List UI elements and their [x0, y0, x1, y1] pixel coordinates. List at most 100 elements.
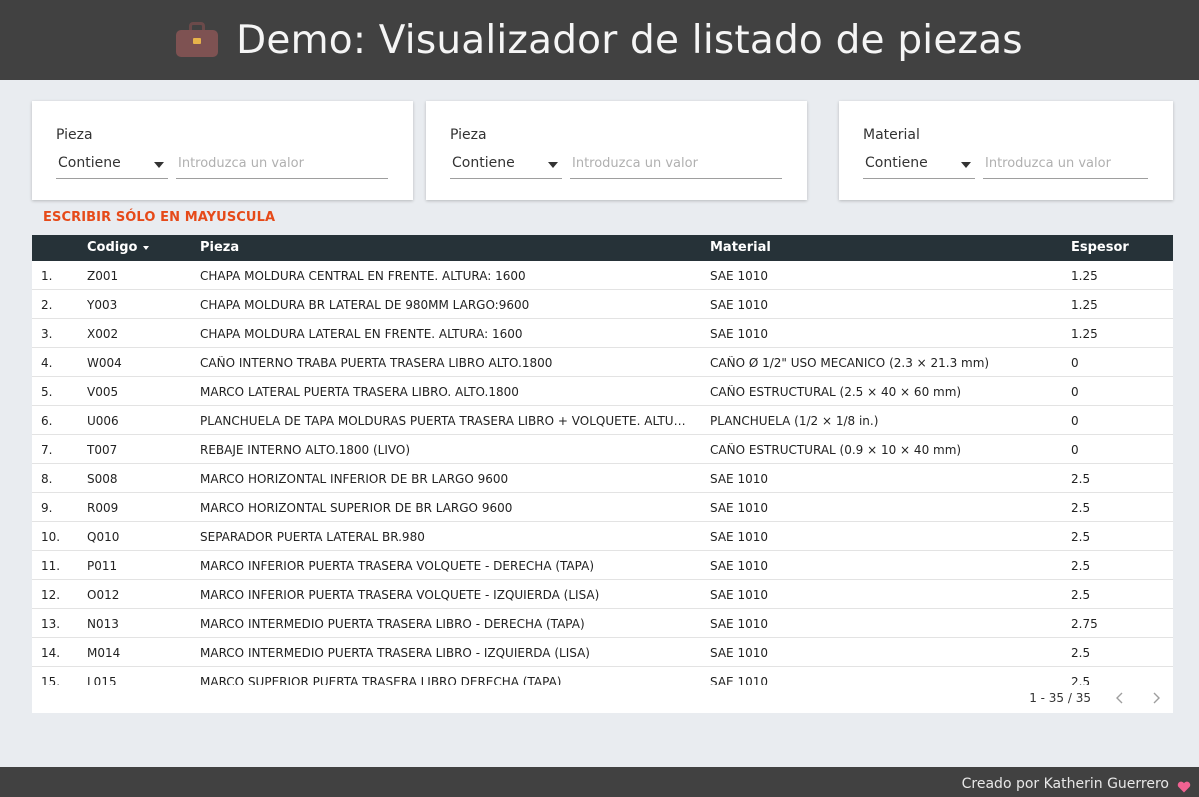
table-row[interactable]: 5. V005 MARCO LATERAL PUERTA TRASERA LIBRO…	[32, 377, 1173, 406]
column-header-codigo[interactable]: Codigo	[87, 240, 150, 255]
cell-espesor: 0	[1071, 414, 1079, 428]
cell-pieza: CAÑO INTERNO TRABA PUERTA TRASERA LIBRO …	[200, 356, 553, 370]
cell-codigo: X002	[87, 327, 119, 341]
cell-pieza: MARCO SUPERIOR PUERTA TRASERA LIBRO DERE…	[200, 675, 562, 685]
briefcase-icon	[176, 22, 219, 58]
page-title: Demo: Visualizador de listado de piezas	[236, 17, 1023, 63]
cell-codigo: T007	[87, 443, 118, 457]
cell-codigo: S008	[87, 472, 118, 486]
cell-codigo: V005	[87, 385, 119, 399]
table-row[interactable]: 14. M014 MARCO INTERMEDIO PUERTA TRASERA L…	[32, 638, 1173, 667]
row-index: 13.	[41, 617, 61, 631]
cell-material: SAE 1010	[710, 646, 768, 660]
cell-espesor: 2.5	[1071, 530, 1091, 544]
row-index: 6.	[41, 414, 53, 428]
footer-credit: Creado por Katherin Guerrero	[961, 776, 1169, 792]
cell-material: SAE 1010	[710, 501, 768, 515]
cell-codigo: P011	[87, 559, 118, 573]
cell-material: SAE 1010	[710, 559, 768, 573]
cell-espesor: 0	[1071, 385, 1079, 399]
column-header-material[interactable]: Material	[710, 240, 771, 255]
uppercase-warning: ESCRIBIR SÓLO EN MAYUSCULA	[43, 210, 276, 225]
operator-value: Contiene	[865, 155, 928, 171]
table-row[interactable]: 11. P011 MARCO INFERIOR PUERTA TRASERA VOL…	[32, 551, 1173, 580]
cell-codigo: U006	[87, 414, 119, 428]
row-index: 3.	[41, 327, 53, 341]
cell-espesor: 1.25	[1071, 327, 1098, 341]
cell-espesor: 2.5	[1071, 501, 1091, 515]
table-row[interactable]: 3. X002 CHAPA MOLDURA LATERAL EN FRENTE. A…	[32, 319, 1173, 348]
cell-espesor: 2.5	[1071, 472, 1091, 486]
cell-espesor: 0	[1071, 443, 1079, 457]
cell-pieza: CHAPA MOLDURA LATERAL EN FRENTE. ALTURA:…	[200, 327, 523, 341]
operator-select[interactable]: Contiene	[56, 153, 168, 179]
filter-input-placeholder: Introduzca un valor	[985, 156, 1111, 171]
filter-input-placeholder: Introduzca un valor	[178, 156, 304, 171]
cell-pieza: MARCO INFERIOR PUERTA TRASERA VOLQUETE -…	[200, 559, 594, 573]
row-index: 10.	[41, 530, 61, 544]
cell-espesor: 1.25	[1071, 269, 1098, 283]
filter-value-input[interactable]: Introduzca un valor	[570, 153, 782, 179]
cell-pieza: PLANCHUELA DE TAPA MOLDURAS PUERTA TRASE…	[200, 414, 692, 428]
cell-espesor: 2.75	[1071, 617, 1098, 631]
row-index: 9.	[41, 501, 53, 515]
row-index: 11.	[41, 559, 61, 573]
row-index: 2.	[41, 298, 53, 312]
dropdown-caret-icon	[548, 162, 558, 168]
cell-material: SAE 1010	[710, 327, 768, 341]
table-row[interactable]: 6. U006 PLANCHUELA DE TAPA MOLDURAS PUERTA…	[32, 406, 1173, 435]
column-header-espesor[interactable]: Espesor	[1071, 240, 1129, 255]
app-header: Demo: Visualizador de listado de piezas	[0, 0, 1199, 80]
table-row[interactable]: 7. T007 REBAJE INTERNO ALTO.1800 (LIVO) CAÑ…	[32, 435, 1173, 464]
table-row[interactable]: 4. W004 CAÑO INTERNO TRABA PUERTA TRASERA …	[32, 348, 1173, 377]
row-index: 14.	[41, 646, 61, 660]
filter-label: Pieza	[56, 127, 93, 143]
cell-pieza: MARCO INTERMEDIO PUERTA TRASERA LIBRO - …	[200, 646, 590, 660]
operator-value: Contiene	[58, 155, 121, 171]
cell-codigo: R009	[87, 501, 119, 515]
filter-value-input[interactable]: Introduzca un valor	[983, 153, 1148, 179]
cell-material: CAÑO ESTRUCTURAL (2.5 × 40 × 60 mm)	[710, 385, 962, 399]
filter-label: Pieza	[450, 127, 487, 143]
cell-codigo: N013	[87, 617, 119, 631]
cell-espesor: 1.25	[1071, 298, 1098, 312]
cell-pieza: MARCO HORIZONTAL SUPERIOR DE BR LARGO 96…	[200, 501, 513, 515]
cell-codigo: Z001	[87, 269, 119, 283]
table-row[interactable]: 2. Y003 CHAPA MOLDURA BR LATERAL DE 980MM …	[32, 290, 1173, 319]
column-header-pieza[interactable]: Pieza	[200, 240, 239, 255]
cell-espesor: 2.5	[1071, 588, 1091, 602]
filter-value-input[interactable]: Introduzca un valor	[176, 153, 388, 179]
table-row[interactable]: 12. O012 MARCO INFERIOR PUERTA TRASERA VOL…	[32, 580, 1173, 609]
cell-material: PLANCHUELA (1/2 × 1/8 in.)	[710, 414, 879, 428]
column-header-label: Codigo	[87, 240, 138, 255]
cell-pieza: CHAPA MOLDURA BR LATERAL DE 980MM LARGO:…	[200, 298, 530, 312]
dropdown-caret-icon	[154, 162, 164, 168]
cell-espesor: 2.5	[1071, 675, 1091, 685]
chevron-right-icon[interactable]	[1149, 691, 1163, 705]
table-row[interactable]: 8. S008 MARCO HORIZONTAL INFERIOR DE BR LA…	[32, 464, 1173, 493]
cell-material: SAE 1010	[710, 298, 768, 312]
cell-codigo: Y003	[87, 298, 118, 312]
cell-pieza: MARCO LATERAL PUERTA TRASERA LIBRO. ALTO…	[200, 385, 519, 399]
row-index: 4.	[41, 356, 53, 370]
pagination-range: 1 - 35 / 35	[1029, 691, 1091, 705]
table-row[interactable]: 10. Q010 SEPARADOR PUERTA LATERAL BR.980 SA…	[32, 522, 1173, 551]
cell-codigo: L015	[87, 675, 117, 685]
row-index: 5.	[41, 385, 53, 399]
filter-card-material: Material Contiene Introduzca un valor	[839, 101, 1173, 200]
table-row[interactable]: 1. Z001 CHAPA MOLDURA CENTRAL EN FRENTE. A…	[32, 261, 1173, 290]
table-body: 1. Z001 CHAPA MOLDURA CENTRAL EN FRENTE. A…	[32, 261, 1173, 685]
table-row[interactable]: 9. R009 MARCO HORIZONTAL SUPERIOR DE BR LA…	[32, 493, 1173, 522]
cell-espesor: 0	[1071, 356, 1079, 370]
heart-icon	[1177, 778, 1191, 797]
cell-material: SAE 1010	[710, 675, 768, 685]
operator-select[interactable]: Contiene	[450, 153, 562, 179]
cell-pieza: MARCO INTERMEDIO PUERTA TRASERA LIBRO - …	[200, 617, 585, 631]
table-row[interactable]: 13. N013 MARCO INTERMEDIO PUERTA TRASERA L…	[32, 609, 1173, 638]
parts-table: Codigo Pieza Material Espesor 1. Z001 CHAP…	[32, 235, 1173, 713]
chevron-left-icon[interactable]	[1113, 691, 1127, 705]
cell-pieza: REBAJE INTERNO ALTO.1800 (LIVO)	[200, 443, 411, 457]
table-row[interactable]: 15. L015 MARCO SUPERIOR PUERTA TRASERA LIB…	[32, 667, 1173, 685]
filter-card-pieza: Pieza Contiene Introduzca un valor	[32, 101, 413, 200]
operator-select[interactable]: Contiene	[863, 153, 975, 179]
